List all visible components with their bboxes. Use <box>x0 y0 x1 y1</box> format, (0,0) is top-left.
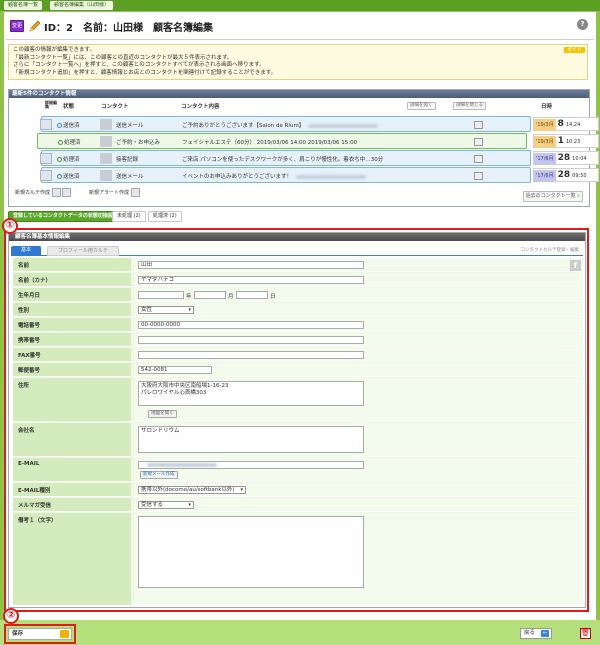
back-label: 戻る <box>524 630 536 636</box>
date-time: 09:50 <box>572 173 587 179</box>
date-time: 10:04 <box>572 156 587 162</box>
collapse-all-button[interactable]: 詳細を閉じる <box>453 102 486 110</box>
tab-customer-edit[interactable]: 顧客名簿編集（山田様） <box>50 1 114 10</box>
person-icon <box>100 153 112 164</box>
date-day: 28 <box>557 170 571 180</box>
new-karte-tool[interactable]: 新規カルテ作成 <box>15 188 72 197</box>
top-breadcrumb-bar: 顧客名簿一覧 顧客名簿編集（山田様） <box>0 0 600 11</box>
col-date: 日時 <box>541 104 553 110</box>
tab-processed[interactable]: 処理済 (2) <box>148 211 182 222</box>
edit-icon[interactable] <box>40 170 52 181</box>
people-icon[interactable] <box>62 188 72 197</box>
contact-row[interactable]: 送信済 送信メール ご予約ありがとうございます【Salon de Rium】 <box>40 116 531 132</box>
page-header: 変更 ID：2 名前：山田様 顧客名簿編集 ? <box>6 16 594 40</box>
contact-row[interactable]: 処理済 ご予約・お申込み フェイシャルエステ（60分） 2019/03/06 1… <box>37 133 527 149</box>
edit-mode-badge: 変更 <box>10 20 24 32</box>
edit-icon[interactable] <box>40 153 52 164</box>
detail-toggle-icon[interactable] <box>474 172 483 180</box>
contact-type: 送信メール <box>116 174 144 180</box>
search-icon: ⌕ <box>577 193 580 199</box>
page-title: ID：2 名前：山田様 顧客名簿編集 <box>44 23 213 34</box>
date-day: 28 <box>557 153 571 163</box>
footer-bar <box>0 620 600 645</box>
contact-content: フェイシャルエステ（60分） 2019/03/06 14:00 2019/03/… <box>182 140 358 146</box>
status-text: 送信済 <box>63 123 80 129</box>
date-time: 10:23 <box>565 139 581 145</box>
contact-date: '17/6月 28 09:50 <box>533 168 599 182</box>
date-month: '19/3月 <box>534 119 556 131</box>
blurred-text <box>296 174 367 179</box>
contact-content: イベントのお申込みありがとうございます！ <box>182 174 293 180</box>
contact-row[interactable]: 処理済 接客記録 ご来店 パソコンを使ったデスクワークが多く、肩こりが慢性化。着… <box>40 150 531 166</box>
contact-type: ご予約・お申込み <box>116 140 161 146</box>
status-dot-icon <box>58 140 63 145</box>
date-day: 1 <box>557 136 564 146</box>
guide-button[interactable]: ガイド <box>563 47 585 53</box>
notice-line: 「新規コンタクト追加」を押すと、顧客情報とお店とのコンタクトを関連付けて記録する… <box>13 69 277 76</box>
back-arrow-icon: ← <box>541 630 549 637</box>
contact-content: ご予約ありがとうございます【Salon de Rium】 <box>182 123 305 129</box>
detail-toggle-icon[interactable] <box>474 138 483 146</box>
past-contacts-label: 過去のコンタクト一覧 <box>525 193 576 199</box>
col-edit: 詳細編集 <box>45 100 57 109</box>
notice-line: さらに「コンタクト一覧へ」を押すと、この顧客とのコンタクトすべてが表示される画面… <box>13 62 265 68</box>
tab-contact-state[interactable]: 登録しているコンタクトデータの状態切換設定 <box>8 211 123 222</box>
status-dot-icon <box>57 174 62 179</box>
col-content: コンタクト内容 <box>181 104 220 110</box>
annotation-number-2: ② <box>3 608 19 624</box>
date-month: '17/6月 <box>534 153 556 165</box>
annotation-number-1: ① <box>2 218 18 234</box>
contact-row[interactable]: 送信済 送信メール イベントのお申込みありがとうございます！ <box>40 167 531 183</box>
notice-line: 「最新コンタクト一覧」には、この顧客との直近のコンタクトが最大５件表示されます。 <box>13 54 233 61</box>
calendar-icon <box>100 136 112 147</box>
date-month: '19/3月 <box>534 136 556 148</box>
new-alert-tool[interactable]: 新規アラート作成 <box>89 188 140 197</box>
trash-icon[interactable]: 🗑 <box>580 628 591 639</box>
highlight-box-save <box>4 624 76 644</box>
new-alert-label: 新規アラート作成 <box>89 190 130 196</box>
contact-type: 接客記録 <box>116 157 139 163</box>
expand-all-button[interactable]: 詳細を開く <box>407 102 436 110</box>
status-text: 処理済 <box>63 157 80 163</box>
contact-date: '17/6月 28 10:04 <box>533 151 599 165</box>
date-month: '17/6月 <box>534 170 556 182</box>
alarm-icon[interactable] <box>130 188 140 197</box>
status-dot-icon <box>57 123 62 128</box>
col-contact: コンタクト <box>101 104 129 110</box>
status-dot-icon <box>57 157 62 162</box>
mail-icon <box>100 170 112 181</box>
mail-icon <box>100 119 112 130</box>
latest-contacts-title: 最新5件のコンタクト情報 <box>9 90 589 98</box>
col-status: 状態 <box>63 104 75 110</box>
contact-date: '19/3月 1 10:23 <box>533 134 599 148</box>
back-button[interactable]: 戻る ← <box>520 628 552 639</box>
tab-unprocessed[interactable]: 未処理 (2) <box>112 211 146 222</box>
status-text: 処理済 <box>64 140 81 146</box>
contact-state-tabs: 登録しているコンタクトデータの状態切換設定 未処理 (2) 処理済 (2) <box>8 210 598 222</box>
past-contacts-button[interactable]: 過去のコンタクト一覧 ⌕ <box>522 191 583 202</box>
highlight-box-form <box>4 228 589 612</box>
blurred-text <box>308 123 379 128</box>
pencil-icon <box>29 20 41 32</box>
status-text: 送信済 <box>63 174 80 180</box>
new-karte-label: 新規カルテ作成 <box>15 190 51 196</box>
date-time: 14:24 <box>565 122 581 128</box>
notice-line: この顧客の情報が編集できます。 <box>13 47 95 53</box>
edit-icon[interactable] <box>40 119 52 130</box>
contact-content: ご来店 パソコンを使ったデスクワークが多く、肩こりが慢性化。着衣ち中…30分 <box>182 157 384 163</box>
date-day: 8 <box>557 119 564 129</box>
notice-box: この顧客の情報が編集できます。 「最新コンタクト一覧」には、この顧客との直近のコ… <box>8 44 588 80</box>
detail-toggle-icon[interactable] <box>474 121 483 129</box>
latest-contacts-panel: 最新5件のコンタクト情報 詳細編集 状態 コンタクト コンタクト内容 日時 詳細… <box>8 89 599 207</box>
detail-toggle-icon[interactable] <box>474 155 483 163</box>
contact-date: '19/3月 8 14:24 <box>533 117 599 131</box>
help-icon[interactable]: ? <box>577 19 588 30</box>
contact-type: 送信メール <box>116 123 144 129</box>
people-icon[interactable] <box>51 188 61 197</box>
tab-customer-list[interactable]: 顧客名簿一覧 <box>4 1 43 10</box>
